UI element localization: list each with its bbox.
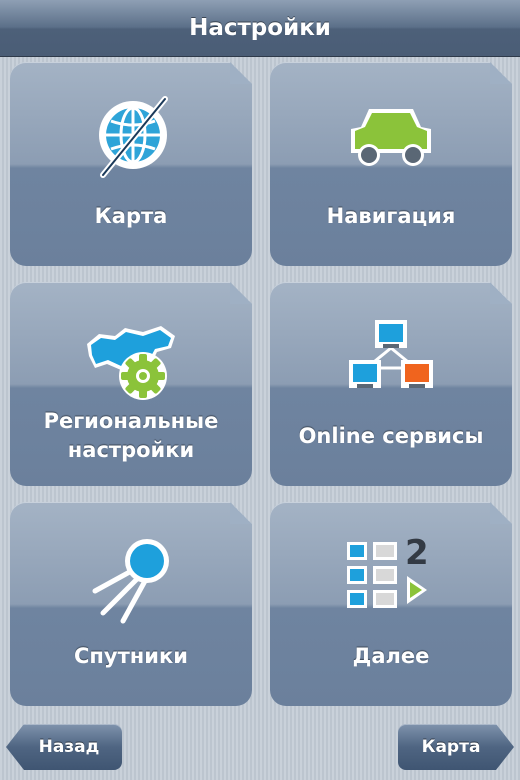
back-button-label: Назад	[38, 737, 100, 757]
tile-next[interactable]: 2 Далее	[270, 502, 512, 706]
tile-corner	[490, 62, 512, 84]
tile-label: Online сервисы	[298, 423, 484, 448]
page-title: Настройки	[189, 15, 331, 41]
tile-label: Спутники	[74, 643, 188, 668]
tile-label: Региональные настройки	[43, 409, 219, 462]
tile-corner	[230, 62, 252, 84]
tile-label: Карта	[94, 203, 168, 228]
tile-corner	[490, 502, 512, 524]
map-button[interactable]: Карта	[398, 724, 514, 770]
svg-text:2: 2	[405, 534, 429, 573]
tile-label: Навигация	[326, 203, 456, 228]
header-bar: Настройки	[0, 0, 520, 57]
tile-map[interactable]: Карта	[10, 62, 252, 266]
tile-corner	[490, 282, 512, 304]
map-button-label: Карта	[421, 737, 481, 757]
tile-navigation[interactable]: Навигация	[270, 62, 512, 266]
back-button[interactable]: Назад	[6, 724, 122, 770]
tile-corner	[230, 282, 252, 304]
tile-satellites[interactable]: Спутники	[10, 502, 252, 706]
tile-corner	[230, 502, 252, 524]
tile-regional-settings[interactable]: Региональные настройки	[10, 282, 252, 486]
tile-online-services[interactable]: Online сервисы	[270, 282, 512, 486]
tile-label: Далее	[352, 643, 430, 668]
